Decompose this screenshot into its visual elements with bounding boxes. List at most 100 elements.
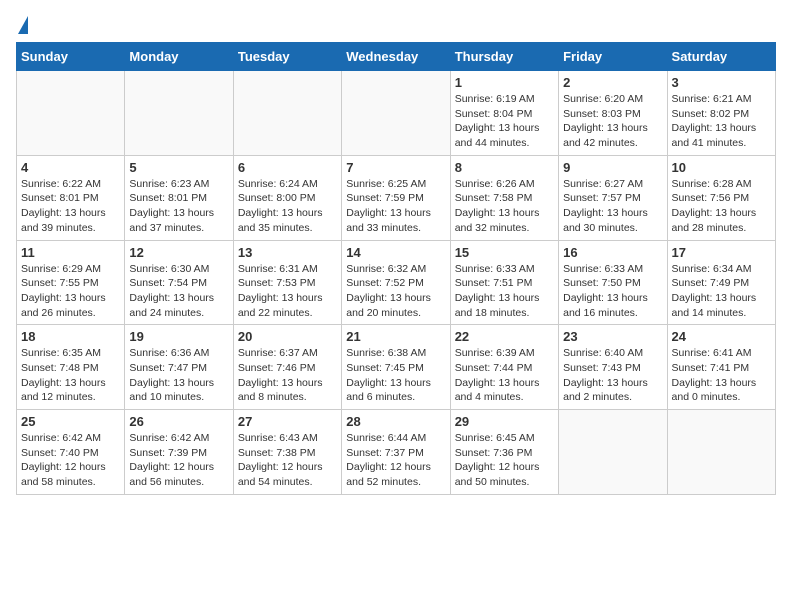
day-number: 2 [563, 75, 662, 90]
calendar-week-row: 1 Sunrise: 6:19 AMSunset: 8:04 PMDaylight… [17, 71, 776, 156]
calendar-day-cell [342, 71, 450, 156]
calendar-day-cell: 13 Sunrise: 6:31 AMSunset: 7:53 PMDayligh… [233, 240, 341, 325]
calendar-week-row: 4 Sunrise: 6:22 AMSunset: 8:01 PMDaylight… [17, 155, 776, 240]
day-info: Sunrise: 6:26 AMSunset: 7:58 PMDaylight:… [455, 177, 554, 236]
calendar-day-cell: 18Sunrise: 6:35 AMSunset: 7:48 PMDayligh… [17, 325, 125, 410]
calendar-day-cell: 7 Sunrise: 6:25 AMSunset: 7:59 PMDaylight… [342, 155, 450, 240]
day-info: Sunrise: 6:25 AMSunset: 7:59 PMDaylight:… [346, 177, 445, 236]
day-info: Sunrise: 6:37 AMSunset: 7:46 PMDaylight:… [238, 346, 337, 405]
day-header-thursday: Thursday [450, 43, 558, 71]
day-info: Sunrise: 6:32 AMSunset: 7:52 PMDaylight:… [346, 262, 445, 321]
day-info: Sunrise: 6:45 AMSunset: 7:36 PMDaylight:… [455, 431, 554, 490]
calendar-day-cell: 11 Sunrise: 6:29 AMSunset: 7:55 PMDayligh… [17, 240, 125, 325]
day-info: Sunrise: 6:27 AMSunset: 7:57 PMDaylight:… [563, 177, 662, 236]
day-number: 12 [129, 245, 228, 260]
day-number: 19 [129, 329, 228, 344]
calendar-day-cell: 25 Sunrise: 6:42 AMSunset: 7:40 PMDayligh… [17, 410, 125, 495]
calendar-day-cell: 29 Sunrise: 6:45 AMSunset: 7:36 PMDayligh… [450, 410, 558, 495]
calendar-day-cell: 28 Sunrise: 6:44 AMSunset: 7:37 PMDayligh… [342, 410, 450, 495]
day-number: 3 [672, 75, 771, 90]
day-info: Sunrise: 6:40 AMSunset: 7:43 PMDaylight:… [563, 346, 662, 405]
calendar-day-cell: 26Sunrise: 6:42 AMSunset: 7:39 PMDayligh… [125, 410, 233, 495]
day-info: Sunrise: 6:35 AMSunset: 7:48 PMDaylight:… [21, 346, 120, 405]
calendar-day-cell: 2 Sunrise: 6:20 AMSunset: 8:03 PMDaylight… [559, 71, 667, 156]
day-number: 24 [672, 329, 771, 344]
day-number: 16 [563, 245, 662, 260]
day-number: 21 [346, 329, 445, 344]
day-number: 11 [21, 245, 120, 260]
header [16, 16, 776, 34]
calendar-day-cell: 9 Sunrise: 6:27 AMSunset: 7:57 PMDaylight… [559, 155, 667, 240]
day-info: Sunrise: 6:24 AMSunset: 8:00 PMDaylight:… [238, 177, 337, 236]
calendar-day-cell: 8 Sunrise: 6:26 AMSunset: 7:58 PMDaylight… [450, 155, 558, 240]
day-number: 13 [238, 245, 337, 260]
day-info: Sunrise: 6:23 AMSunset: 8:01 PMDaylight:… [129, 177, 228, 236]
day-info: Sunrise: 6:38 AMSunset: 7:45 PMDaylight:… [346, 346, 445, 405]
calendar-day-cell: 24 Sunrise: 6:41 AMSunset: 7:41 PMDayligh… [667, 325, 775, 410]
calendar-day-cell: 5 Sunrise: 6:23 AMSunset: 8:01 PMDaylight… [125, 155, 233, 240]
day-number: 29 [455, 414, 554, 429]
calendar-day-cell: 12 Sunrise: 6:30 AMSunset: 7:54 PMDayligh… [125, 240, 233, 325]
day-header-saturday: Saturday [667, 43, 775, 71]
day-info: Sunrise: 6:29 AMSunset: 7:55 PMDaylight:… [21, 262, 120, 321]
day-info: Sunrise: 6:44 AMSunset: 7:37 PMDaylight:… [346, 431, 445, 490]
day-info: Sunrise: 6:31 AMSunset: 7:53 PMDaylight:… [238, 262, 337, 321]
day-header-wednesday: Wednesday [342, 43, 450, 71]
day-number: 28 [346, 414, 445, 429]
day-info: Sunrise: 6:34 AMSunset: 7:49 PMDaylight:… [672, 262, 771, 321]
day-number: 9 [563, 160, 662, 175]
day-number: 14 [346, 245, 445, 260]
day-info: Sunrise: 6:39 AMSunset: 7:44 PMDaylight:… [455, 346, 554, 405]
day-number: 6 [238, 160, 337, 175]
day-info: Sunrise: 6:33 AMSunset: 7:50 PMDaylight:… [563, 262, 662, 321]
day-info: Sunrise: 6:22 AMSunset: 8:01 PMDaylight:… [21, 177, 120, 236]
day-number: 15 [455, 245, 554, 260]
calendar-day-cell: 22 Sunrise: 6:39 AMSunset: 7:44 PMDayligh… [450, 325, 558, 410]
day-header-monday: Monday [125, 43, 233, 71]
day-number: 22 [455, 329, 554, 344]
calendar-week-row: 25 Sunrise: 6:42 AMSunset: 7:40 PMDayligh… [17, 410, 776, 495]
day-number: 25 [21, 414, 120, 429]
calendar-day-cell: 21 Sunrise: 6:38 AMSunset: 7:45 PMDayligh… [342, 325, 450, 410]
day-number: 8 [455, 160, 554, 175]
day-header-tuesday: Tuesday [233, 43, 341, 71]
calendar-day-cell: 1 Sunrise: 6:19 AMSunset: 8:04 PMDaylight… [450, 71, 558, 156]
day-info: Sunrise: 6:42 AMSunset: 7:40 PMDaylight:… [21, 431, 120, 490]
calendar-day-cell: 19 Sunrise: 6:36 AMSunset: 7:47 PMDayligh… [125, 325, 233, 410]
day-number: 5 [129, 160, 228, 175]
calendar-day-cell: 6 Sunrise: 6:24 AMSunset: 8:00 PMDaylight… [233, 155, 341, 240]
day-number: 27 [238, 414, 337, 429]
day-info: Sunrise: 6:20 AMSunset: 8:03 PMDaylight:… [563, 92, 662, 151]
calendar-day-cell: 16 Sunrise: 6:33 AMSunset: 7:50 PMDayligh… [559, 240, 667, 325]
calendar-day-cell: 14 Sunrise: 6:32 AMSunset: 7:52 PMDayligh… [342, 240, 450, 325]
calendar-day-cell: 10 Sunrise: 6:28 AMSunset: 7:56 PMDayligh… [667, 155, 775, 240]
day-number: 4 [21, 160, 120, 175]
day-number: 7 [346, 160, 445, 175]
calendar-day-cell [17, 71, 125, 156]
day-info: Sunrise: 6:43 AMSunset: 7:38 PMDaylight:… [238, 431, 337, 490]
calendar-header-row: SundayMondayTuesdayWednesdayThursdayFrid… [17, 43, 776, 71]
day-info: Sunrise: 6:33 AMSunset: 7:51 PMDaylight:… [455, 262, 554, 321]
calendar-day-cell: 23Sunrise: 6:40 AMSunset: 7:43 PMDayligh… [559, 325, 667, 410]
calendar-day-cell: 27 Sunrise: 6:43 AMSunset: 7:38 PMDayligh… [233, 410, 341, 495]
day-info: Sunrise: 6:19 AMSunset: 8:04 PMDaylight:… [455, 92, 554, 151]
day-info: Sunrise: 6:36 AMSunset: 7:47 PMDaylight:… [129, 346, 228, 405]
day-number: 20 [238, 329, 337, 344]
calendar-day-cell [559, 410, 667, 495]
day-number: 17 [672, 245, 771, 260]
day-number: 10 [672, 160, 771, 175]
logo [16, 16, 28, 34]
day-info: Sunrise: 6:28 AMSunset: 7:56 PMDaylight:… [672, 177, 771, 236]
day-header-sunday: Sunday [17, 43, 125, 71]
calendar-week-row: 18Sunrise: 6:35 AMSunset: 7:48 PMDayligh… [17, 325, 776, 410]
day-info: Sunrise: 6:30 AMSunset: 7:54 PMDaylight:… [129, 262, 228, 321]
calendar-day-cell: 20 Sunrise: 6:37 AMSunset: 7:46 PMDayligh… [233, 325, 341, 410]
calendar-day-cell [233, 71, 341, 156]
day-number: 26 [129, 414, 228, 429]
calendar-day-cell [125, 71, 233, 156]
day-info: Sunrise: 6:21 AMSunset: 8:02 PMDaylight:… [672, 92, 771, 151]
calendar-day-cell: 17 Sunrise: 6:34 AMSunset: 7:49 PMDayligh… [667, 240, 775, 325]
day-info: Sunrise: 6:41 AMSunset: 7:41 PMDaylight:… [672, 346, 771, 405]
day-number: 1 [455, 75, 554, 90]
day-header-friday: Friday [559, 43, 667, 71]
